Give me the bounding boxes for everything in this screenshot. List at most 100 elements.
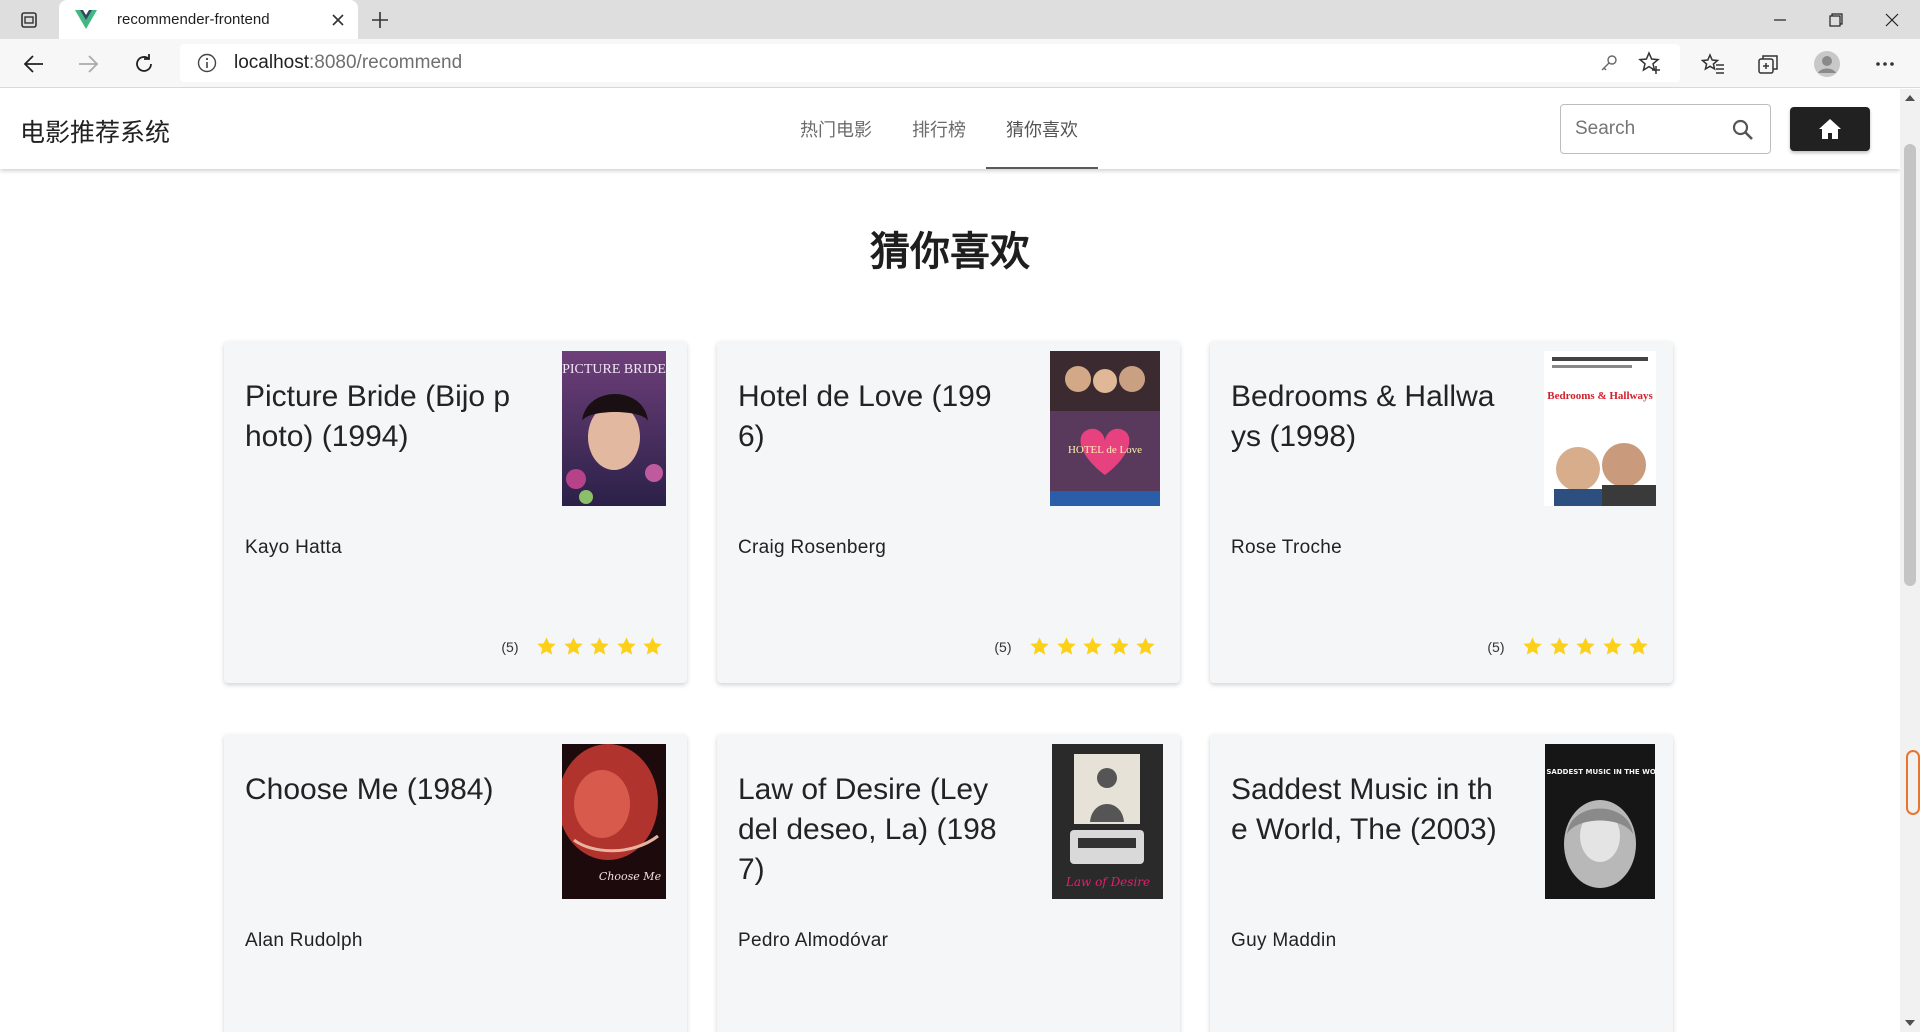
profile-avatar-icon[interactable] xyxy=(1811,48,1843,80)
browser-tab[interactable]: recommender-frontend xyxy=(59,0,358,39)
nav-label: 热门电影 xyxy=(800,120,872,141)
movie-poster[interactable]: THE SADDEST MUSIC IN THE WORLD xyxy=(1545,744,1655,899)
page-title: 猜你喜欢 xyxy=(870,229,1030,275)
star-icon[interactable] xyxy=(536,636,557,657)
url-text: localhost:8080/recommend xyxy=(234,52,462,74)
star-rating[interactable] xyxy=(1517,636,1650,657)
browser-tab-strip: recommender-frontend xyxy=(0,0,1920,39)
movie-card[interactable]: Law of Desire (Ley del deseo, La) (1987)… xyxy=(717,734,1180,1032)
tab-actions-icon[interactable] xyxy=(14,7,44,33)
search-input[interactable] xyxy=(1575,117,1725,141)
poster-text: Choose Me xyxy=(599,870,662,883)
browser-toolbar: localhost:8080/recommend xyxy=(0,39,1920,88)
movie-director: Rose Troche xyxy=(1231,537,1343,558)
movie-director: Guy Maddin xyxy=(1231,930,1337,951)
tab-close-icon[interactable] xyxy=(326,8,350,32)
scroll-thumb[interactable] xyxy=(1904,144,1916,586)
favorite-add-icon[interactable] xyxy=(1638,51,1662,75)
minimize-icon[interactable] xyxy=(1752,0,1808,39)
info-icon[interactable] xyxy=(196,52,218,74)
movie-poster[interactable]: PICTURE BRIDE xyxy=(562,351,666,506)
home-icon xyxy=(1819,119,1841,139)
star-icon[interactable] xyxy=(1522,636,1543,657)
poster-text: Law of Desire xyxy=(1065,875,1150,889)
star-icon[interactable] xyxy=(1549,636,1570,657)
rating: (5) xyxy=(994,636,1156,657)
rating-count: (5) xyxy=(501,638,519,655)
page-viewport: 电影推荐系统 热门电影 排行榜 猜你喜欢 猜你喜欢 Picture Bride … xyxy=(0,89,1900,1032)
rating: (5) xyxy=(1487,636,1649,657)
star-rating[interactable] xyxy=(1024,636,1157,657)
collections-icon[interactable] xyxy=(1753,48,1785,80)
star-icon[interactable] xyxy=(1628,636,1649,657)
refresh-icon[interactable] xyxy=(128,48,160,80)
movie-poster[interactable]: Law of Desire xyxy=(1052,744,1163,899)
nav-label: 猜你喜欢 xyxy=(1006,120,1078,141)
star-icon[interactable] xyxy=(589,636,610,657)
scroll-up-icon[interactable] xyxy=(1900,91,1920,105)
page-scrollbar[interactable] xyxy=(1900,89,1920,1032)
url-host: localhost xyxy=(234,52,309,73)
poster-text: THE SADDEST MUSIC IN THE WORLD xyxy=(1545,768,1655,776)
forward-icon[interactable] xyxy=(72,48,104,80)
star-icon[interactable] xyxy=(642,636,663,657)
tab-hot-movies[interactable]: 热门电影 xyxy=(780,89,892,169)
poster-text: PICTURE BRIDE xyxy=(562,362,666,377)
vue-logo-icon xyxy=(74,8,98,32)
tab-leaderboard[interactable]: 排行榜 xyxy=(892,89,986,169)
star-rating[interactable] xyxy=(531,636,664,657)
movie-card[interactable]: Picture Bride (Bijo photo) (1994) Kayo H… xyxy=(224,341,687,683)
rating-count: (5) xyxy=(994,638,1012,655)
search-icon[interactable] xyxy=(1730,117,1756,143)
new-tab-icon[interactable] xyxy=(365,6,395,34)
favorites-icon[interactable] xyxy=(1697,48,1729,80)
more-menu-icon[interactable] xyxy=(1869,48,1901,80)
movie-director: Pedro Almodóvar xyxy=(738,930,889,951)
poster-text: HOTEL de Love xyxy=(1068,444,1142,456)
movie-title: Law of Desire (Ley del deseo, La) (1987) xyxy=(738,773,997,886)
rating: (5) xyxy=(501,636,663,657)
movie-poster[interactable]: HOTEL de Love xyxy=(1050,351,1160,506)
star-icon[interactable] xyxy=(1135,636,1156,657)
movie-title: Choose Me (1984) xyxy=(245,773,494,806)
app-title: 电影推荐系统 xyxy=(20,118,171,147)
movie-director: Craig Rosenberg xyxy=(738,537,887,558)
movie-title: Saddest Music in the World, The (2003) xyxy=(1231,773,1497,846)
rating-count: (5) xyxy=(1487,638,1505,655)
search-box xyxy=(1560,104,1771,154)
nav-label: 排行榜 xyxy=(912,120,966,141)
movie-card[interactable]: Choose Me (1984) Alan Rudolph Choose Me xyxy=(224,734,687,1032)
restore-icon[interactable] xyxy=(1808,0,1864,39)
star-icon[interactable] xyxy=(1029,636,1050,657)
star-icon[interactable] xyxy=(1602,636,1623,657)
movie-card[interactable]: Hotel de Love (1996) Craig Rosenberg HOT… xyxy=(717,341,1180,683)
tab-title: recommender-frontend xyxy=(117,11,270,28)
movie-poster[interactable]: Bedrooms & Hallways xyxy=(1544,351,1656,506)
url-path: :8080/recommend xyxy=(309,52,463,73)
close-window-icon[interactable] xyxy=(1864,0,1920,39)
poster-text: Bedrooms & Hallways xyxy=(1547,390,1653,402)
star-icon[interactable] xyxy=(1109,636,1130,657)
side-panel-indicator[interactable] xyxy=(1906,750,1920,815)
star-icon[interactable] xyxy=(1056,636,1077,657)
movie-title: Hotel de Love (1996) xyxy=(738,380,992,453)
address-bar[interactable]: localhost:8080/recommend xyxy=(180,44,1680,82)
tab-recommend[interactable]: 猜你喜欢 xyxy=(986,89,1098,169)
home-button[interactable] xyxy=(1790,107,1870,151)
movie-poster[interactable]: Choose Me xyxy=(562,744,666,899)
movie-card[interactable]: Saddest Music in the World, The (2003) G… xyxy=(1210,734,1673,1032)
star-icon[interactable] xyxy=(1575,636,1596,657)
movie-card[interactable]: Bedrooms & Hallways (1998) Rose Troche B… xyxy=(1210,341,1673,683)
app-header: 电影推荐系统 热门电影 排行榜 猜你喜欢 xyxy=(0,89,1900,169)
movie-title: Picture Bride (Bijo photo) (1994) xyxy=(245,380,511,453)
movie-director: Kayo Hatta xyxy=(245,537,342,558)
scroll-down-icon[interactable] xyxy=(1900,1016,1920,1030)
star-icon[interactable] xyxy=(563,636,584,657)
star-icon[interactable] xyxy=(616,636,637,657)
movie-title: Bedrooms & Hallways (1998) xyxy=(1231,380,1495,453)
main-nav: 热门电影 排行榜 猜你喜欢 xyxy=(780,89,1098,169)
back-icon[interactable] xyxy=(18,48,50,80)
key-icon[interactable] xyxy=(1598,52,1620,74)
star-icon[interactable] xyxy=(1082,636,1103,657)
movie-director: Alan Rudolph xyxy=(245,930,363,951)
